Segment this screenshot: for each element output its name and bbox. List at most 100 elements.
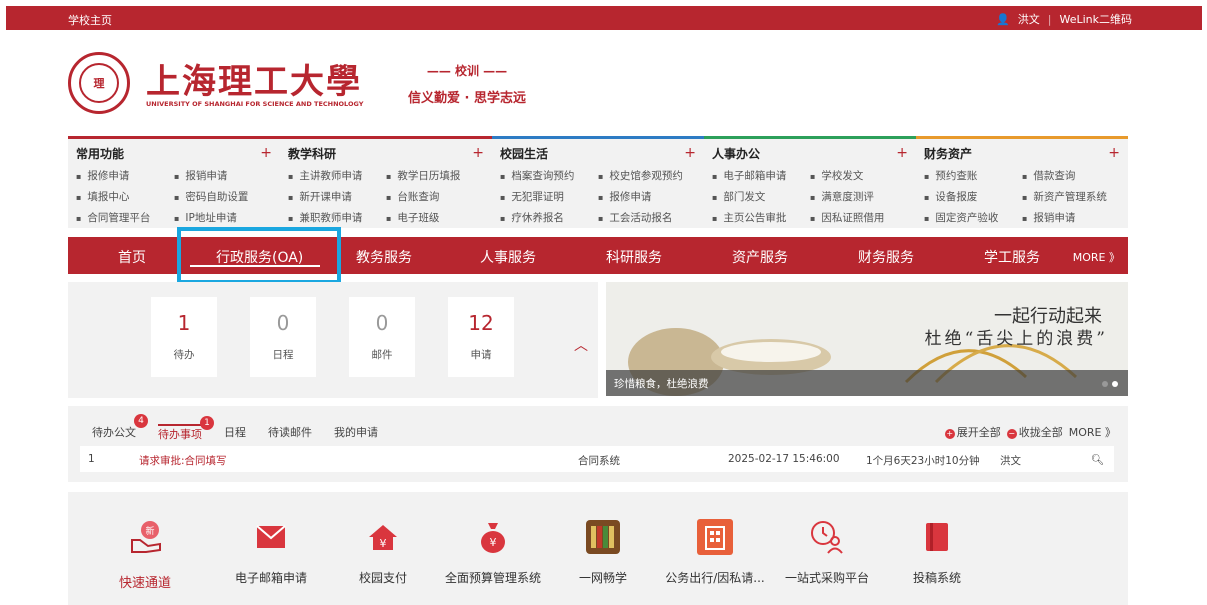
- tab-label: 日程: [224, 426, 246, 439]
- nav-home[interactable]: 首页: [118, 247, 146, 267]
- mail-icon: [252, 518, 290, 556]
- tab-pending-items[interactable]: 待办事项 1: [158, 416, 214, 442]
- function-link[interactable]: 校史馆参观预约: [598, 168, 696, 183]
- plus-icon[interactable]: +: [684, 145, 696, 161]
- stat-mail[interactable]: 0 邮件: [349, 297, 415, 377]
- function-link[interactable]: 工会活动报名: [598, 210, 696, 225]
- tab-pending-docs[interactable]: 待办公文 4: [92, 414, 148, 442]
- collapse-all-button[interactable]: − 收拢全部: [1006, 424, 1063, 440]
- site-header: 理 上海理工大學 UNIVERSITY OF SHANGHAI FOR SCIE…: [68, 48, 568, 118]
- table-row[interactable]: 1 请求审批:合同填写 合同系统 2025-02-17 15:46:00 1个月…: [80, 446, 1114, 472]
- expand-all-label: 展开全部: [956, 426, 1001, 439]
- count-badge: 1: [200, 416, 214, 430]
- tab-unread-mail[interactable]: 待读邮件: [268, 424, 312, 442]
- motto: —— 校训 —— 信义勤爱 · 思学志远: [408, 62, 526, 106]
- quick-submission[interactable]: 投稿系统: [882, 518, 992, 586]
- row-number: 1: [88, 453, 95, 465]
- plus-icon[interactable]: +: [260, 145, 272, 161]
- highlight-box: [177, 227, 341, 284]
- stat-schedule[interactable]: 0 日程: [250, 297, 316, 377]
- nav-student[interactable]: 学工服务: [984, 247, 1040, 267]
- quick-e-learning[interactable]: 一网畅学: [548, 518, 658, 586]
- nav-research[interactable]: 科研服务: [606, 247, 662, 267]
- carousel-dots[interactable]: [1102, 381, 1118, 387]
- function-link[interactable]: 无犯罪证明: [500, 189, 598, 204]
- function-link[interactable]: 报修申请: [598, 189, 696, 204]
- row-user: 洪文: [1000, 455, 1021, 467]
- function-link[interactable]: 电子邮箱申请: [712, 168, 810, 183]
- function-link[interactable]: 新资产管理系统: [1022, 189, 1120, 204]
- carousel-dot[interactable]: [1112, 381, 1118, 387]
- banner-line2: 杜绝“舌尖上的浪费”: [924, 329, 1108, 349]
- plus-icon[interactable]: +: [472, 145, 484, 161]
- function-link[interactable]: 密码自助设置: [174, 189, 272, 204]
- tab-my-applications[interactable]: 我的申请: [334, 424, 378, 442]
- chevron-up-icon[interactable]: ︿: [574, 335, 588, 355]
- welink-qr-link[interactable]: WeLink二维码: [1059, 11, 1132, 27]
- function-link[interactable]: 电子班级: [386, 210, 484, 225]
- quick-purchase[interactable]: 一站式采购平台: [772, 518, 882, 586]
- campus-pay-icon: ¥: [364, 518, 402, 556]
- function-link[interactable]: 新开课申请: [288, 189, 386, 204]
- function-link[interactable]: 报销申请: [174, 168, 272, 183]
- nav-finance[interactable]: 财务服务: [858, 247, 914, 267]
- function-link[interactable]: 设备报废: [924, 189, 1022, 204]
- stat-todo[interactable]: 1 待办: [151, 297, 217, 377]
- row-title[interactable]: 请求审批:合同填写: [139, 453, 227, 468]
- nav-hr[interactable]: 人事服务: [480, 247, 536, 267]
- function-group: 校园生活 + 档案查询预约校史馆参观预约无犯罪证明报修申请疗休养报名工会活动报名: [492, 136, 704, 228]
- school-home-link[interactable]: 学校主页: [68, 12, 112, 28]
- function-list: 报修申请报销申请填报中心密码自助设置合同管理平台IP地址申请: [76, 168, 272, 225]
- function-link[interactable]: 主页公告审批: [712, 210, 810, 225]
- function-link[interactable]: IP地址申请: [174, 210, 272, 225]
- tab-label: 待办事项: [158, 428, 202, 441]
- school-name: 上海理工大學: [146, 62, 362, 102]
- book-icon: [918, 518, 956, 556]
- school-logo[interactable]: 理: [68, 52, 130, 114]
- function-link[interactable]: 疗休养报名: [500, 210, 598, 225]
- function-group: 财务资产 + 预约查账借款查询设备报废新资产管理系统固定资产验收报销申请: [916, 136, 1128, 228]
- user-name[interactable]: 洪文: [1018, 11, 1040, 27]
- nav-more[interactable]: MORE 》: [1073, 249, 1120, 265]
- nav-academic[interactable]: 教务服务: [356, 247, 412, 267]
- function-link[interactable]: 合同管理平台: [76, 210, 174, 225]
- function-link[interactable]: 档案查询预约: [500, 168, 598, 183]
- task-tabs: 待办公文 4 待办事项 1 日程 待读邮件 我的申请: [92, 414, 400, 442]
- function-link[interactable]: 填报中心: [76, 189, 174, 204]
- stat-value: 1: [177, 311, 191, 335]
- plus-icon[interactable]: +: [1108, 145, 1120, 161]
- function-group-title: 人事办公: [712, 147, 761, 161]
- function-link[interactable]: 报修申请: [76, 168, 174, 183]
- nav-assets[interactable]: 资产服务: [732, 247, 788, 267]
- quick-email[interactable]: 电子邮箱申请: [216, 518, 326, 586]
- tasks-more-link[interactable]: MORE 》: [1069, 424, 1116, 440]
- plus-icon[interactable]: +: [896, 145, 908, 161]
- function-link[interactable]: 兼职教师申请: [288, 210, 386, 225]
- quick-budget[interactable]: ¥ 全面预算管理系统: [438, 518, 548, 586]
- function-list: 档案查询预约校史馆参观预约无犯罪证明报修申请疗休养报名工会活动报名: [500, 168, 696, 225]
- function-link[interactable]: 借款查询: [1022, 168, 1120, 183]
- function-link[interactable]: 因私证照借用: [810, 210, 908, 225]
- search-icon[interactable]: 🔍︎: [1091, 453, 1104, 466]
- function-link[interactable]: 满意度测评: [810, 189, 908, 204]
- news-banner[interactable]: 一起行动起来 杜绝“舌尖上的浪费” 珍惜粮食，杜绝浪费: [606, 282, 1128, 396]
- function-link[interactable]: 固定资产验收: [924, 210, 1022, 225]
- function-link[interactable]: 主讲教师申请: [288, 168, 386, 183]
- function-link[interactable]: 报销申请: [1022, 210, 1120, 225]
- function-link[interactable]: 台账查询: [386, 189, 484, 204]
- carousel-dot[interactable]: [1102, 381, 1108, 387]
- expand-all-button[interactable]: + 展开全部: [944, 424, 1001, 440]
- stat-apply[interactable]: 12 申请: [448, 297, 514, 377]
- quick-channel[interactable]: 新 快速通道: [90, 518, 200, 591]
- quick-label: 投稿系统: [912, 571, 961, 585]
- function-link[interactable]: 部门发文: [712, 189, 810, 204]
- tasks-panel: 待办公文 4 待办事项 1 日程 待读邮件 我的申请 + 展开全部 − 收拢全部 MOR…: [68, 406, 1128, 482]
- task-actions: + 展开全部 − 收拢全部 MORE 》: [944, 424, 1116, 440]
- quick-label: 全面预算管理系统: [444, 571, 541, 585]
- function-link[interactable]: 教学日历填报: [386, 168, 484, 183]
- function-link[interactable]: 预约查账: [924, 168, 1022, 183]
- quick-campus-pay[interactable]: ¥ 校园支付: [328, 518, 438, 586]
- tab-schedule[interactable]: 日程: [224, 424, 246, 442]
- quick-travel-leave[interactable]: 公务出行/因私请...: [660, 518, 770, 586]
- function-link[interactable]: 学校发文: [810, 168, 908, 183]
